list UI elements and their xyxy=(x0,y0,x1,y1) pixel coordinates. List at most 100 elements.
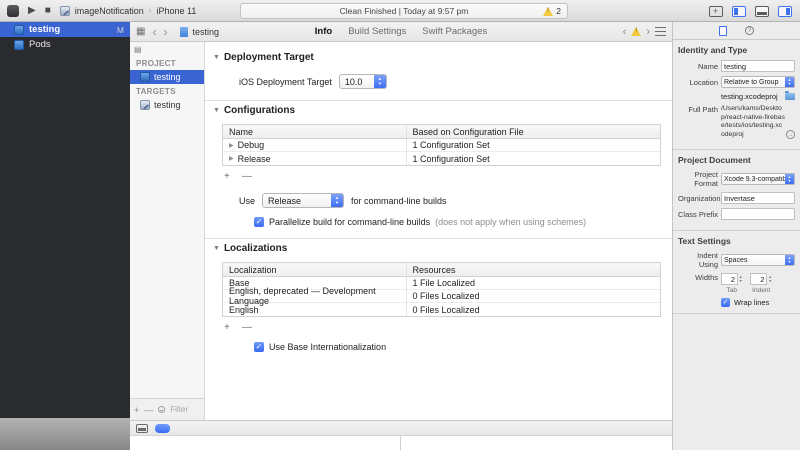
tab-info[interactable]: Info xyxy=(315,26,332,37)
location-dropdown[interactable]: Relative to Group ▲▼ xyxy=(721,76,795,88)
tab-overview-icon[interactable]: ▦ xyxy=(136,26,145,37)
toggle-inspector-icon[interactable] xyxy=(778,6,792,17)
warning-count: 2 xyxy=(556,6,561,16)
scheme-selector[interactable]: imageNotification › iPhone 11 xyxy=(60,6,197,16)
scheme-name[interactable]: imageNotification xyxy=(75,6,144,16)
parallelize-note: (does not apply when using schemes) xyxy=(435,217,586,227)
tab-swift-packages[interactable]: Swift Packages xyxy=(422,26,487,37)
issue-navigation: ‹ › xyxy=(623,27,666,37)
tab-width-stepper[interactable]: 2 ▲▼ Tab xyxy=(721,273,742,294)
breakpoints-toggle[interactable] xyxy=(155,424,170,433)
section-title: Configurations xyxy=(224,105,295,116)
sidebar-filter-bar: + — xyxy=(130,398,205,420)
remove-configuration-button[interactable]: — xyxy=(242,171,252,182)
table-header: Name Based on Configuration File xyxy=(223,125,660,139)
device-name[interactable]: iPhone 11 xyxy=(156,6,196,16)
stepper-arrows-icon[interactable]: ▲▼ xyxy=(739,275,742,283)
localizations-table: Localization Resources Base 1 File Local… xyxy=(222,262,661,317)
table-header: Localization Resources xyxy=(223,263,660,277)
section-title: Project Document xyxy=(678,155,795,165)
column-name: Name xyxy=(223,125,407,138)
base-internationalization-row: ✓ Use Base Internationalization xyxy=(254,342,662,352)
indent-using-dropdown[interactable]: Spaces ▲▼ xyxy=(721,254,795,266)
navigator-item-testing[interactable]: testing M xyxy=(0,22,130,37)
disclosure-icon[interactable]: ▼ xyxy=(213,107,220,114)
target-item-label: testing xyxy=(154,100,181,110)
project-list-item[interactable]: testing xyxy=(130,70,204,84)
editor-options-icon[interactable] xyxy=(655,27,666,36)
table-row-english[interactable]: English 0 Files Localized xyxy=(223,303,660,316)
xcode-screen: { "toolbar": { "scheme_name": "imageNoti… xyxy=(0,0,800,450)
warning-icon xyxy=(631,27,641,36)
run-button[interactable]: ▶ xyxy=(28,6,36,16)
quick-help-icon[interactable]: ? xyxy=(745,26,754,35)
project-format-dropdown[interactable]: Xcode 9.3-compatible ▲▼ xyxy=(721,173,795,185)
warning-icon xyxy=(543,7,553,16)
file-icon xyxy=(180,27,188,37)
identity-and-type-section: Identity and Type Name Location Relative… xyxy=(673,40,800,150)
section-divider xyxy=(205,238,672,239)
hide-debug-area-icon[interactable] xyxy=(136,424,148,433)
section-divider xyxy=(205,100,672,101)
configurations-add-remove: + — xyxy=(224,171,662,182)
table-row-release[interactable]: ▶ Release 1 Configuration Set xyxy=(223,152,660,165)
section-title: Text Settings xyxy=(678,236,795,246)
forward-button[interactable]: › xyxy=(163,27,167,37)
table-row-debug[interactable]: ▶ Debug 1 Configuration Set xyxy=(223,139,660,152)
remove-target-button[interactable]: — xyxy=(144,405,153,415)
file-inspector-icon[interactable] xyxy=(719,26,727,36)
next-issue-button[interactable]: › xyxy=(646,27,650,37)
project-item-label: testing xyxy=(154,72,181,82)
command-line-configuration-dropdown[interactable]: Release ▲▼ xyxy=(262,193,344,208)
project-info-editor: ▼ Deployment Target iOS Deployment Targe… xyxy=(205,42,672,420)
ios-deployment-target-label: iOS Deployment Target xyxy=(239,77,332,87)
reveal-in-finder-icon[interactable]: → xyxy=(786,130,795,139)
add-localization-button[interactable]: + xyxy=(224,322,230,333)
add-configuration-button[interactable]: + xyxy=(224,171,230,182)
filter-input[interactable] xyxy=(170,405,204,414)
disclosure-icon[interactable]: ▼ xyxy=(213,245,220,252)
dropdown-arrows-icon: ▲▼ xyxy=(785,174,794,184)
disclosure-triangle-icon[interactable]: ▶ xyxy=(229,142,234,149)
app-target-icon xyxy=(140,100,150,110)
activity-viewer: Clean Finished | Today at 9:57 pm 2 xyxy=(240,3,568,19)
disclosure-icon[interactable]: ▼ xyxy=(213,54,220,61)
organization-label: Organization xyxy=(678,194,718,203)
add-target-button[interactable]: + xyxy=(134,405,139,415)
navigator-item-pods[interactable]: Pods xyxy=(0,37,130,52)
base-internationalization-checkbox[interactable]: ✓ xyxy=(254,342,264,352)
wrap-lines-checkbox[interactable]: ✓ xyxy=(721,298,730,307)
organization-field[interactable] xyxy=(721,192,795,204)
class-prefix-field[interactable] xyxy=(721,208,795,220)
section-title: Localizations xyxy=(224,243,287,254)
folder-icon[interactable] xyxy=(785,93,795,100)
warning-badge[interactable]: 2 xyxy=(543,6,561,16)
back-button[interactable]: ‹ xyxy=(152,27,156,37)
ios-deployment-target-dropdown[interactable]: 10.0 ▲▼ xyxy=(339,74,387,89)
project-file-icon xyxy=(14,40,24,50)
section-deployment-target: ▼ Deployment Target xyxy=(213,52,662,63)
column-localization: Localization xyxy=(223,263,407,276)
add-editor-icon[interactable] xyxy=(709,6,723,17)
tab-build-settings[interactable]: Build Settings xyxy=(348,26,406,37)
base-internationalization-label: Use Base Internationalization xyxy=(269,342,386,352)
hide-project-list-icon[interactable]: ▤ xyxy=(134,45,204,54)
remove-localization-button[interactable]: — xyxy=(242,322,252,333)
dropdown-arrows-icon: ▲▼ xyxy=(331,194,343,207)
full-path-label: Full Path xyxy=(678,105,718,114)
name-field[interactable] xyxy=(721,60,795,72)
app-icon[interactable] xyxy=(7,5,19,17)
stop-button[interactable]: ■ xyxy=(45,6,51,16)
table-row-english-deprecated[interactable]: English, deprecated — Development Langua… xyxy=(223,290,660,303)
toggle-navigator-icon[interactable] xyxy=(732,6,746,17)
section-title: Deployment Target xyxy=(224,52,314,63)
disclosure-triangle-icon[interactable]: ▶ xyxy=(229,155,234,162)
indent-width-stepper[interactable]: 2 ▲▼ Indent xyxy=(750,273,771,294)
parallelize-checkbox[interactable]: ✓ xyxy=(254,217,264,227)
stepper-arrows-icon[interactable]: ▲▼ xyxy=(768,275,771,283)
navigator-item-label: testing xyxy=(29,24,60,35)
previous-issue-button[interactable]: ‹ xyxy=(623,27,627,37)
toggle-debug-area-icon[interactable] xyxy=(755,6,769,17)
target-list-item[interactable]: testing xyxy=(130,98,204,112)
editor-tab-testing[interactable]: testing xyxy=(174,27,225,37)
